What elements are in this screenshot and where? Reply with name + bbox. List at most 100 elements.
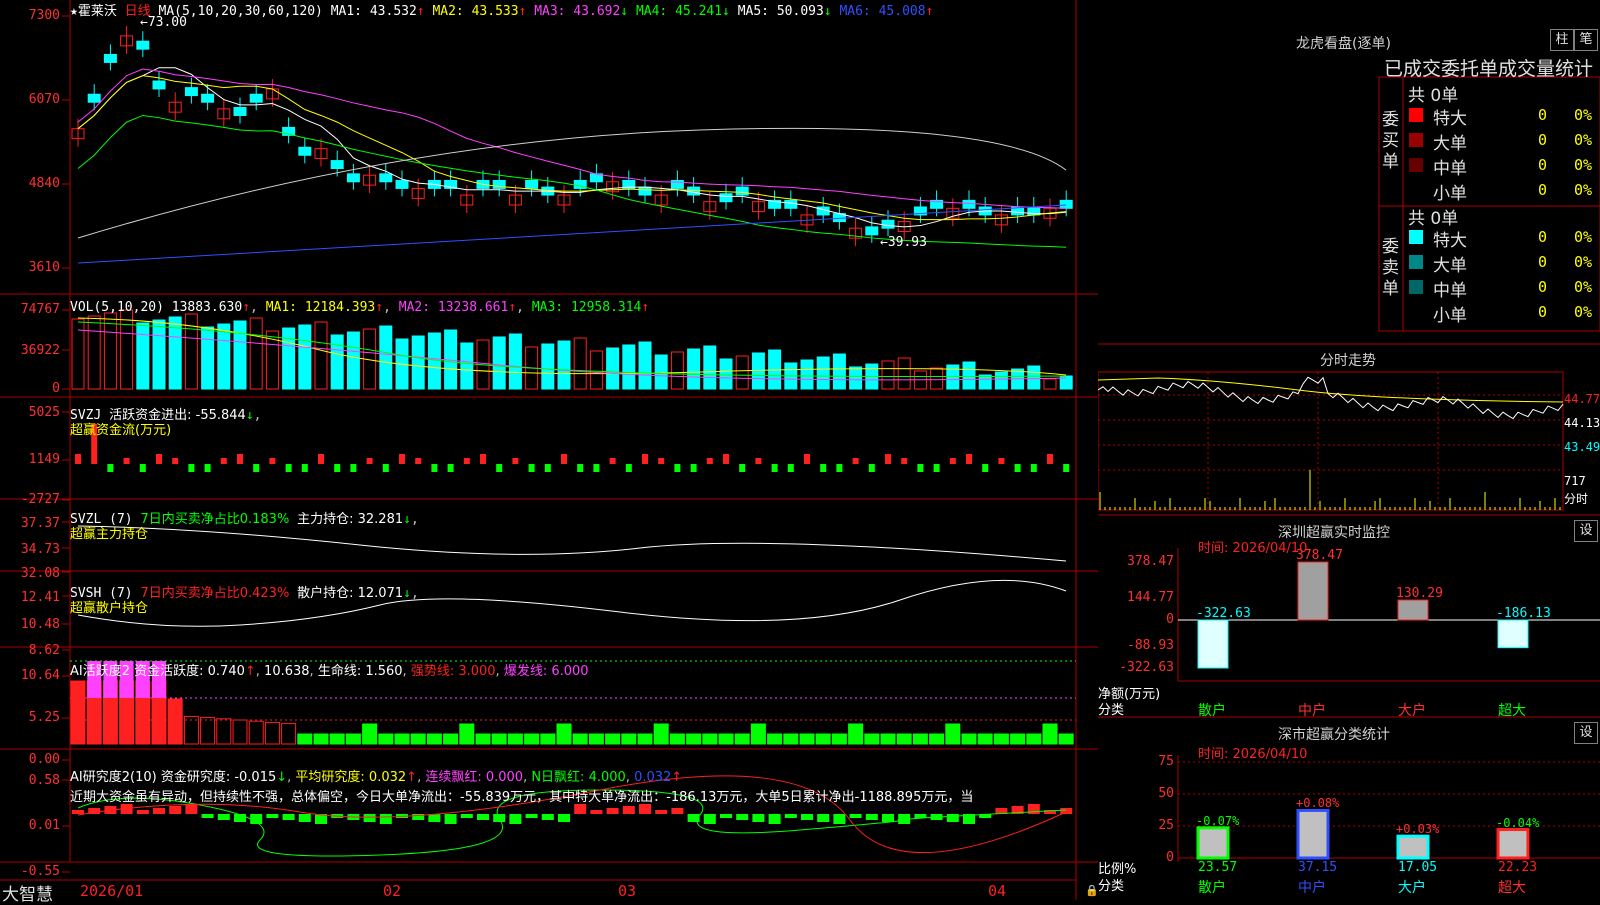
fund-flow-bar	[949, 458, 956, 464]
intraday-ytick-2: 43.49	[1564, 440, 1600, 454]
avg-research-value: 平均研究度: 0.032	[295, 770, 407, 785]
stats-category: 超大	[1498, 880, 1526, 896]
ytick-main-1: 6070	[28, 92, 60, 107]
ma3-value: MA3: 43.692	[534, 4, 621, 19]
fund-flow-bar	[204, 464, 211, 472]
ytick-ai-active-1: 5.25	[28, 710, 60, 725]
volume-bar	[606, 347, 620, 390]
monitor-bar	[1397, 599, 1429, 621]
stats-value-label: 23.57	[1198, 860, 1238, 875]
ytick-main-3: 3610	[28, 260, 60, 275]
volume-bar	[1043, 378, 1057, 390]
monitor-category: 超大	[1498, 703, 1526, 719]
fund-flow-bar	[463, 458, 470, 464]
activity-bar	[507, 733, 523, 745]
ytick-svzj-2: -2727	[20, 492, 60, 507]
stock-name[interactable]: ★霍莱沃	[70, 4, 117, 19]
monitor-settings-button[interactable]: 设	[1574, 520, 1598, 542]
research-bar	[509, 814, 522, 824]
volume-bar	[589, 350, 603, 390]
fund-flow-bar	[723, 454, 729, 464]
vol-ma1: MA1: 12184.393	[265, 300, 376, 315]
lock-icon[interactable]: 🔒	[1085, 884, 1099, 897]
vol-value: 13883.630	[171, 300, 243, 315]
activity-bar	[540, 733, 556, 745]
research-bar	[558, 814, 570, 822]
volume-bar	[103, 312, 117, 390]
intraday-ytick-0: 44.77	[1564, 392, 1600, 406]
fund-flow-bar	[334, 464, 341, 472]
intraday-price-line	[1098, 376, 1564, 420]
stats-change-label: -0.07%	[1196, 813, 1240, 828]
order-percent: 0%	[1574, 253, 1593, 271]
activity-bar	[605, 733, 621, 745]
activity-bar	[345, 733, 361, 745]
research-value: 资金研究度: -0.015	[160, 770, 277, 785]
candle-body	[201, 93, 215, 103]
activity-bar	[1010, 733, 1026, 745]
research-bar	[639, 804, 651, 814]
order-size-label: 中单	[1433, 281, 1467, 301]
fund-flow-bar	[156, 454, 162, 464]
fund-flow-bar	[253, 464, 260, 472]
activity-bar	[783, 733, 799, 745]
fund-flow-bar	[431, 464, 438, 472]
ai-research-label: AI研究度2(10)	[70, 770, 157, 785]
ai-active-value2: 10.638	[264, 664, 310, 679]
kline-area[interactable]: ★霍莱沃 日线 MA(5,10,20,30,60,120) MA1: 43.53…	[0, 0, 1099, 905]
research-bar	[541, 814, 554, 820]
order-mode-button[interactable]: 笔	[1574, 29, 1598, 51]
bar-mode-button[interactable]: 柱	[1550, 29, 1574, 51]
activity-bar	[491, 733, 507, 745]
research-bar	[460, 814, 473, 818]
ma3-line	[77, 68, 1067, 209]
svsh-holding: 散户持仓: 12.071	[297, 586, 404, 601]
fund-flow-bar	[480, 454, 486, 464]
activity-bar	[329, 733, 345, 745]
stats-bar	[1396, 834, 1430, 860]
order-size-label: 小单	[1433, 184, 1467, 204]
research-bar	[720, 814, 732, 818]
volume-bar	[816, 356, 830, 390]
svsh-subtitle: 超赢散户持仓	[70, 601, 149, 616]
activity-bar	[799, 733, 815, 745]
fund-flow-bar	[836, 464, 843, 472]
monitor-category: 中户	[1298, 703, 1326, 719]
stats-settings-button[interactable]: 设	[1574, 722, 1598, 744]
order-count: 0	[1538, 181, 1548, 199]
fund-flow-bar	[593, 464, 600, 472]
stats-category: 大户	[1398, 880, 1426, 896]
ytick-ai-active-0: 10.64	[20, 668, 60, 683]
volume-bar	[541, 343, 555, 390]
vol-ma2: MA2: 13238.661	[398, 300, 509, 315]
monitor-category: 散户	[1198, 703, 1226, 719]
volume-bar	[1027, 365, 1041, 390]
fund-flow-bar	[1030, 464, 1037, 472]
fund-flow-bar	[787, 464, 794, 472]
order-percent: 0%	[1574, 131, 1593, 149]
research-bar	[946, 814, 959, 822]
order-count: 0	[1538, 106, 1548, 124]
monitor-value-label: 378.47	[1296, 548, 1343, 563]
ytick-svzj-1: 1149	[28, 452, 60, 467]
research-bar	[282, 814, 295, 820]
kline-canvas[interactable]	[0, 0, 1098, 900]
volume-bar	[330, 334, 344, 390]
research-bar	[865, 814, 878, 820]
fund-flow-bar	[658, 458, 665, 464]
fund-flow-bar	[755, 458, 762, 464]
activity-bar	[459, 723, 475, 745]
ma1-value: MA1: 43.532	[330, 4, 417, 19]
activity-bar	[1042, 723, 1058, 745]
volume-bar	[897, 357, 911, 390]
research-bar	[444, 814, 457, 824]
activity-bar	[977, 733, 993, 745]
stats-bar	[1296, 808, 1330, 860]
activity-bar	[702, 733, 718, 745]
order-percent: 0%	[1574, 181, 1593, 199]
research-bar	[752, 814, 765, 822]
volume-bar	[411, 335, 425, 390]
xaxis-label-0: 2026/01	[80, 882, 144, 900]
order-count: 0	[1538, 253, 1548, 271]
order-count: 0	[1538, 156, 1548, 174]
